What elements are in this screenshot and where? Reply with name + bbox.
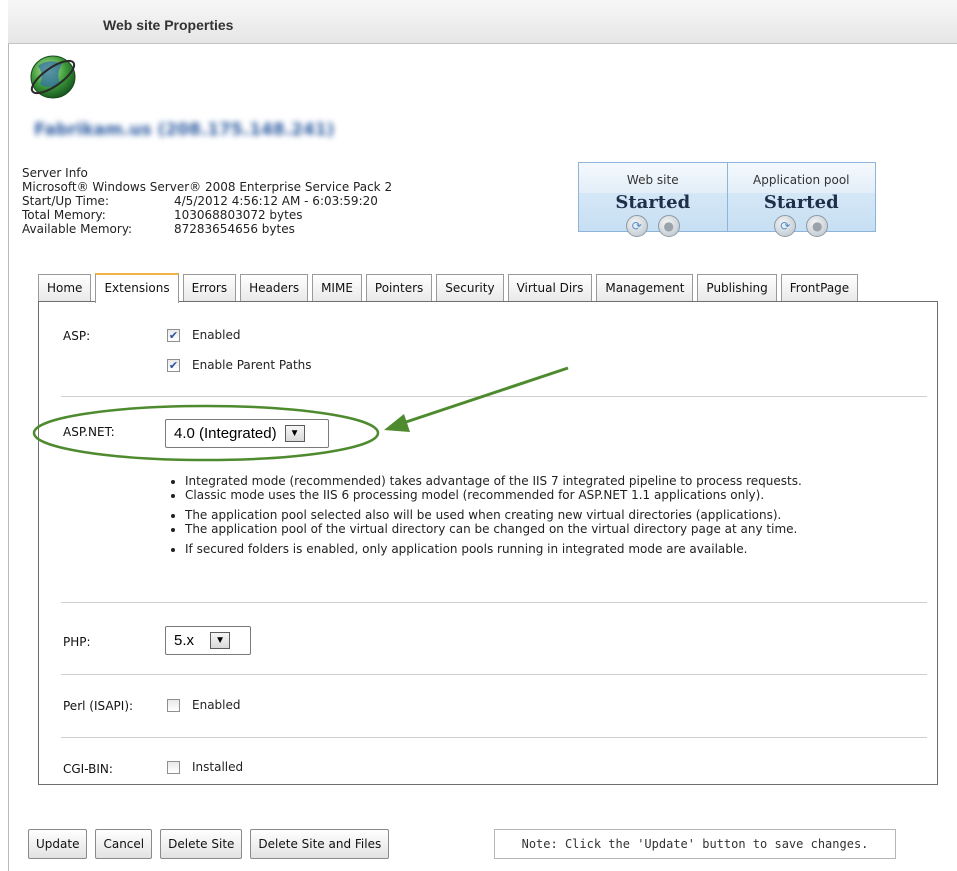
extensions-panel: ASP: ✔ Enabled ✔ Enable Parent Paths ASP… [38,301,938,785]
tab-bar: Home Extensions Errors Headers MIME Poin… [38,273,862,303]
divider [61,737,927,738]
note-item: The application pool of the virtual dire… [185,522,802,536]
website-status: Web site Started ⟳ ● [579,163,727,237]
aspnet-notes: Integrated mode (recommended) takes adva… [171,474,802,562]
divider [61,396,927,397]
note-item: Classic mode uses the IIS 6 processing m… [185,488,802,502]
tab-publishing[interactable]: Publishing [697,274,777,302]
info-label: Available Memory: [22,222,133,236]
app-pool-status-value: Started [763,192,839,213]
perl-enabled-row[interactable]: Enabled [167,698,241,712]
website-restart-icon[interactable]: ⟳ [625,215,648,237]
delete-site-button[interactable]: Delete Site [160,829,243,859]
info-value: 103068803072 bytes [174,208,303,222]
info-row-startup: Start/Up Time: 4/5/2012 4:56:12 AM - 6:0… [22,194,392,208]
website-status-value: Started [615,192,691,213]
asp-enabled-checkbox[interactable]: ✔ [167,328,180,342]
cgi-installed-checkbox[interactable] [167,760,180,774]
asp-enabled-label: Enabled [192,328,241,342]
parent-paths-checkbox[interactable]: ✔ [167,358,180,372]
cgi-installed-row[interactable]: Installed [167,760,243,774]
aspnet-version-select[interactable]: 4.0 (Integrated) ▼ [165,419,329,448]
website-stop-icon[interactable]: ● [657,215,680,237]
tab-home[interactable]: Home [38,274,92,302]
cgi-label: CGI-BIN: [63,762,113,776]
window-header: Web site Properties [8,0,957,44]
cancel-button[interactable]: Cancel [95,829,153,859]
perl-enabled-label: Enabled [192,698,241,712]
server-os: Microsoft® Windows Server® 2008 Enterpri… [22,180,393,194]
server-info-heading: Server Info [22,166,88,180]
site-name: Fabrikam.us (208.175.148.241) [34,120,335,140]
tab-security[interactable]: Security [436,274,504,302]
note-item: Integrated mode (recommended) takes adva… [185,474,802,488]
tab-extensions[interactable]: Extensions [95,273,179,303]
php-label: PHP: [63,635,91,649]
info-row-available-memory: Available Memory: 87283654656 bytes [22,222,392,236]
app-pool-restart-icon[interactable]: ⟳ [774,215,797,237]
app-pool-status-label: Application pool [727,163,875,193]
tab-frontpage[interactable]: FrontPage [780,274,859,302]
tab-mime[interactable]: MIME [312,274,362,302]
app-pool-stop-icon[interactable]: ● [806,215,829,237]
tab-virtual-dirs[interactable]: Virtual Dirs [507,274,593,302]
aspnet-label: ASP.NET: [63,425,115,439]
tab-errors[interactable]: Errors [182,274,237,302]
aspnet-selected-value: 4.0 (Integrated) [174,425,277,442]
info-label: Total Memory: [22,208,106,222]
parent-paths-label: Enable Parent Paths [192,358,312,372]
dropdown-arrow-icon[interactable]: ▼ [284,425,305,442]
tab-headers[interactable]: Headers [240,274,309,302]
perl-enabled-checkbox[interactable] [167,698,180,712]
update-button[interactable]: Update [28,829,88,859]
website-status-label: Web site [579,163,727,193]
info-value: 87283654656 bytes [174,222,295,236]
dropdown-arrow-icon[interactable]: ▼ [210,632,231,649]
perl-label: Perl (ISAPI): [63,699,134,713]
globe-icon [30,55,76,99]
info-label: Start/Up Time: [22,194,109,208]
server-info: Server Info Microsoft® Windows Server® 2… [22,166,392,236]
php-version-select[interactable]: 5.x ▼ [165,626,251,655]
info-row-total-memory: Total Memory: 103068803072 bytes [22,208,392,222]
php-selected-value: 5.x [174,632,195,649]
asp-enabled-row[interactable]: ✔ Enabled [167,328,241,342]
tab-pointers[interactable]: Pointers [365,274,433,302]
asp-label: ASP: [63,329,91,343]
divider [61,602,927,603]
app-pool-status: Application pool Started ⟳ ● [726,163,875,237]
status-panel: Web site Started ⟳ ● Application pool St… [578,162,876,237]
window-title: Web site Properties [103,17,234,33]
note-item: If secured folders is enabled, only appl… [185,542,802,556]
asp-parent-paths-row[interactable]: ✔ Enable Parent Paths [167,358,312,372]
save-note: Note: Click the 'Update' button to save … [494,829,896,859]
footer-buttons: Update Cancel Delete Site Delete Site an… [28,829,397,859]
info-value: 4/5/2012 4:56:12 AM - 6:03:59:20 [174,194,378,208]
divider [61,674,927,675]
delete-site-and-files-button[interactable]: Delete Site and Files [250,829,390,859]
cgi-installed-label: Installed [192,760,244,774]
note-item: The application pool selected also will … [185,508,802,522]
tab-management[interactable]: Management [596,274,694,302]
